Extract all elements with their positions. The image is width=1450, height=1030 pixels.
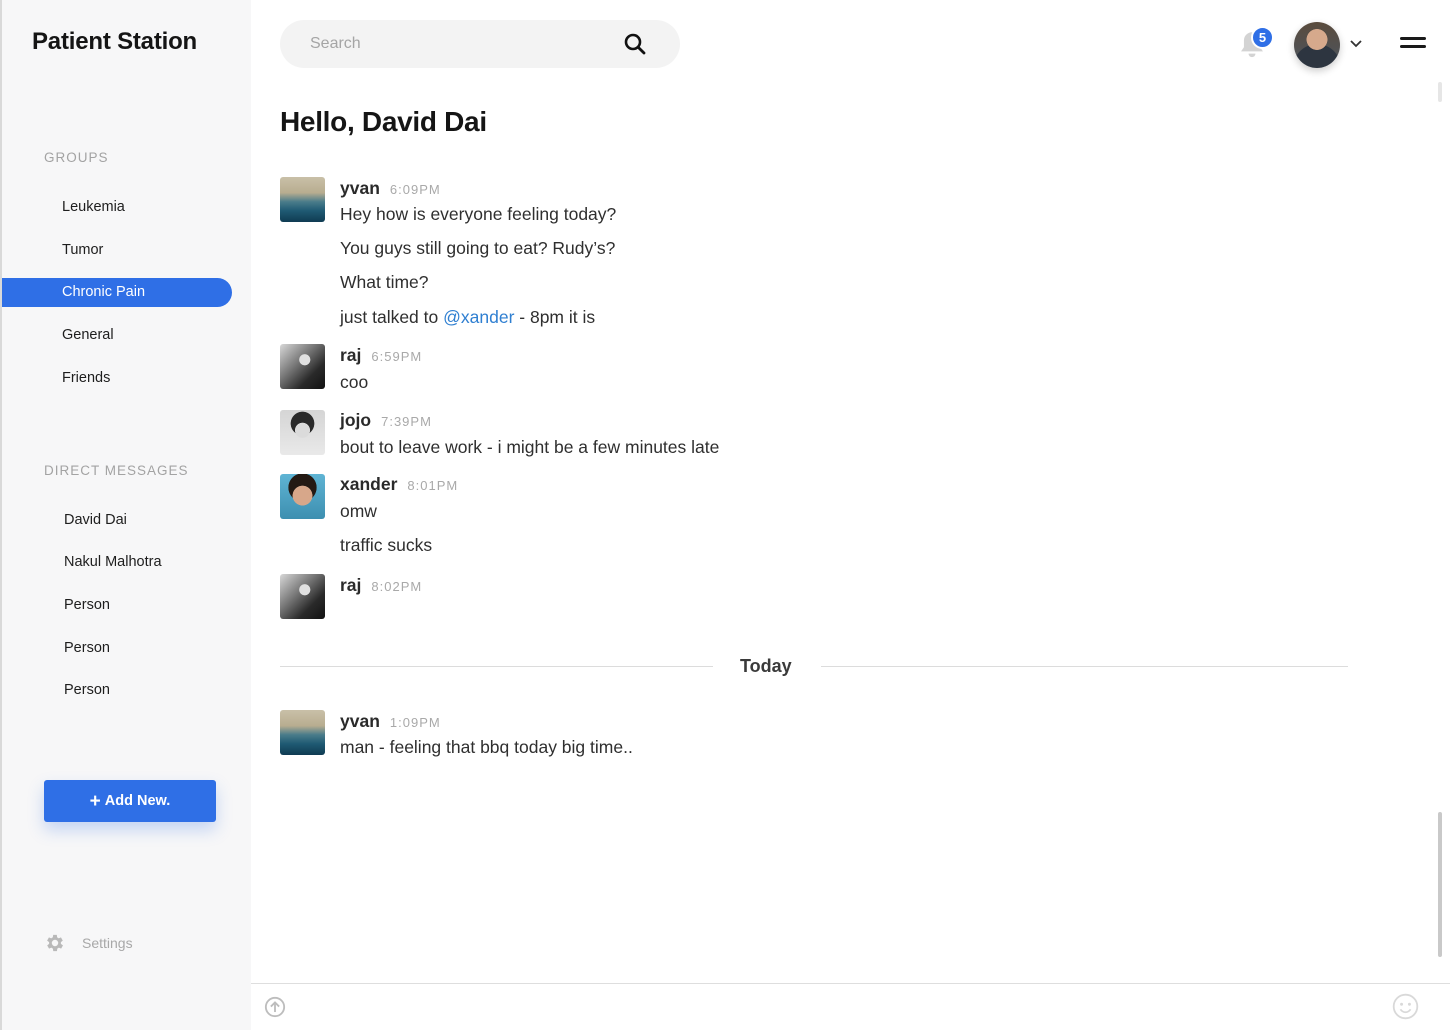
search-icon[interactable] <box>623 32 647 56</box>
avatar[interactable] <box>280 344 325 389</box>
menu-icon[interactable] <box>1400 37 1426 53</box>
sidebar-item-leukemia[interactable]: Leukemia <box>2 193 232 222</box>
message-header: raj 8:02PM <box>340 575 422 596</box>
message-text: just talked to @xander - 8pm it is <box>340 307 595 328</box>
avatar[interactable] <box>280 710 325 755</box>
message-timestamp: 8:02PM <box>371 579 423 594</box>
user-avatar[interactable] <box>1294 22 1340 68</box>
add-new-label: Add New. <box>104 793 171 809</box>
message-author[interactable]: raj <box>340 345 361 366</box>
scrollbar-thumb[interactable] <box>1438 812 1442 957</box>
message-author[interactable]: xander <box>340 474 397 495</box>
message-text-part: - 8pm it is <box>514 307 596 327</box>
message-header: yvan 1:09PM <box>340 711 441 732</box>
settings-label: Settings <box>82 935 133 951</box>
message-timestamp: 6:59PM <box>371 349 423 364</box>
sidebar-item-general[interactable]: General <box>2 321 232 350</box>
message-text: traffic sucks <box>340 535 433 555</box>
notification-badge: 5 <box>1251 26 1274 49</box>
dm-item-person[interactable]: Person <box>2 634 232 663</box>
page-title: Hello, David Dai <box>280 106 487 137</box>
sidebar-item-friends[interactable]: Friends <box>2 364 232 393</box>
message-text: man - feeling that bbq today big time.. <box>340 737 633 757</box>
plus-icon: + <box>89 790 101 812</box>
message-author[interactable]: yvan <box>340 178 380 199</box>
sidebar-item-chronic-pain[interactable]: Chronic Pain <box>2 278 232 307</box>
message-header: xander 8:01PM <box>340 474 458 495</box>
message-text-part: just talked to <box>340 307 444 327</box>
message-author[interactable]: jojo <box>340 410 371 431</box>
search-input[interactable] <box>280 35 623 53</box>
message-text: bout to leave work - i might be a few mi… <box>340 437 720 457</box>
divider-line <box>280 666 713 667</box>
message-timestamp: 1:09PM <box>389 715 441 730</box>
message-text: omw <box>340 501 377 521</box>
message-text: What time? <box>340 272 429 292</box>
message-header: jojo 7:39PM <box>340 410 432 431</box>
message-text: coo <box>340 372 369 392</box>
divider-line <box>821 666 1348 667</box>
upload-icon[interactable] <box>264 996 286 1018</box>
message-text: Hey how is everyone feeling today? <box>340 204 617 224</box>
avatar[interactable] <box>280 410 325 455</box>
sidebar-item-tumor[interactable]: Tumor <box>2 236 232 265</box>
groups-label: GROUPS <box>44 150 109 165</box>
sidebar: Patient Station GROUPS Leukemia Tumor Ch… <box>0 0 251 1030</box>
date-divider-label: Today <box>740 656 792 676</box>
mention-link[interactable]: @xander <box>443 307 514 327</box>
dm-item-person[interactable]: Person <box>2 676 232 705</box>
avatar[interactable] <box>280 474 325 519</box>
dm-item-person[interactable]: Person <box>2 591 232 620</box>
message-author[interactable]: raj <box>340 575 361 596</box>
avatar[interactable] <box>280 574 325 619</box>
message-header: raj 6:59PM <box>340 345 422 366</box>
gear-icon <box>47 934 63 952</box>
chevron-down-icon[interactable] <box>1349 38 1363 50</box>
message-author[interactable]: yvan <box>340 711 380 732</box>
message-timestamp: 6:09PM <box>389 182 441 197</box>
dm-item-nakul-malhotra[interactable]: Nakul Malhotra <box>2 548 232 577</box>
app-title: Patient Station <box>32 28 198 55</box>
message-header: yvan 6:09PM <box>340 178 441 199</box>
message-timestamp: 8:01PM <box>407 478 459 493</box>
add-new-button[interactable]: + Add New. <box>44 780 216 822</box>
scrollbar-track <box>1438 82 1442 102</box>
avatar[interactable] <box>280 177 325 222</box>
message-text: You guys still going to eat? Rudy’s? <box>340 238 616 258</box>
direct-messages-label: DIRECT MESSAGES <box>44 463 189 478</box>
emoji-icon[interactable] <box>1392 993 1419 1020</box>
dm-item-david-dai[interactable]: David Dai <box>2 506 232 535</box>
message-timestamp: 7:39PM <box>381 414 432 429</box>
settings-link[interactable]: Settings <box>44 932 133 954</box>
search-bar <box>280 20 680 68</box>
composer-divider <box>251 983 1450 984</box>
